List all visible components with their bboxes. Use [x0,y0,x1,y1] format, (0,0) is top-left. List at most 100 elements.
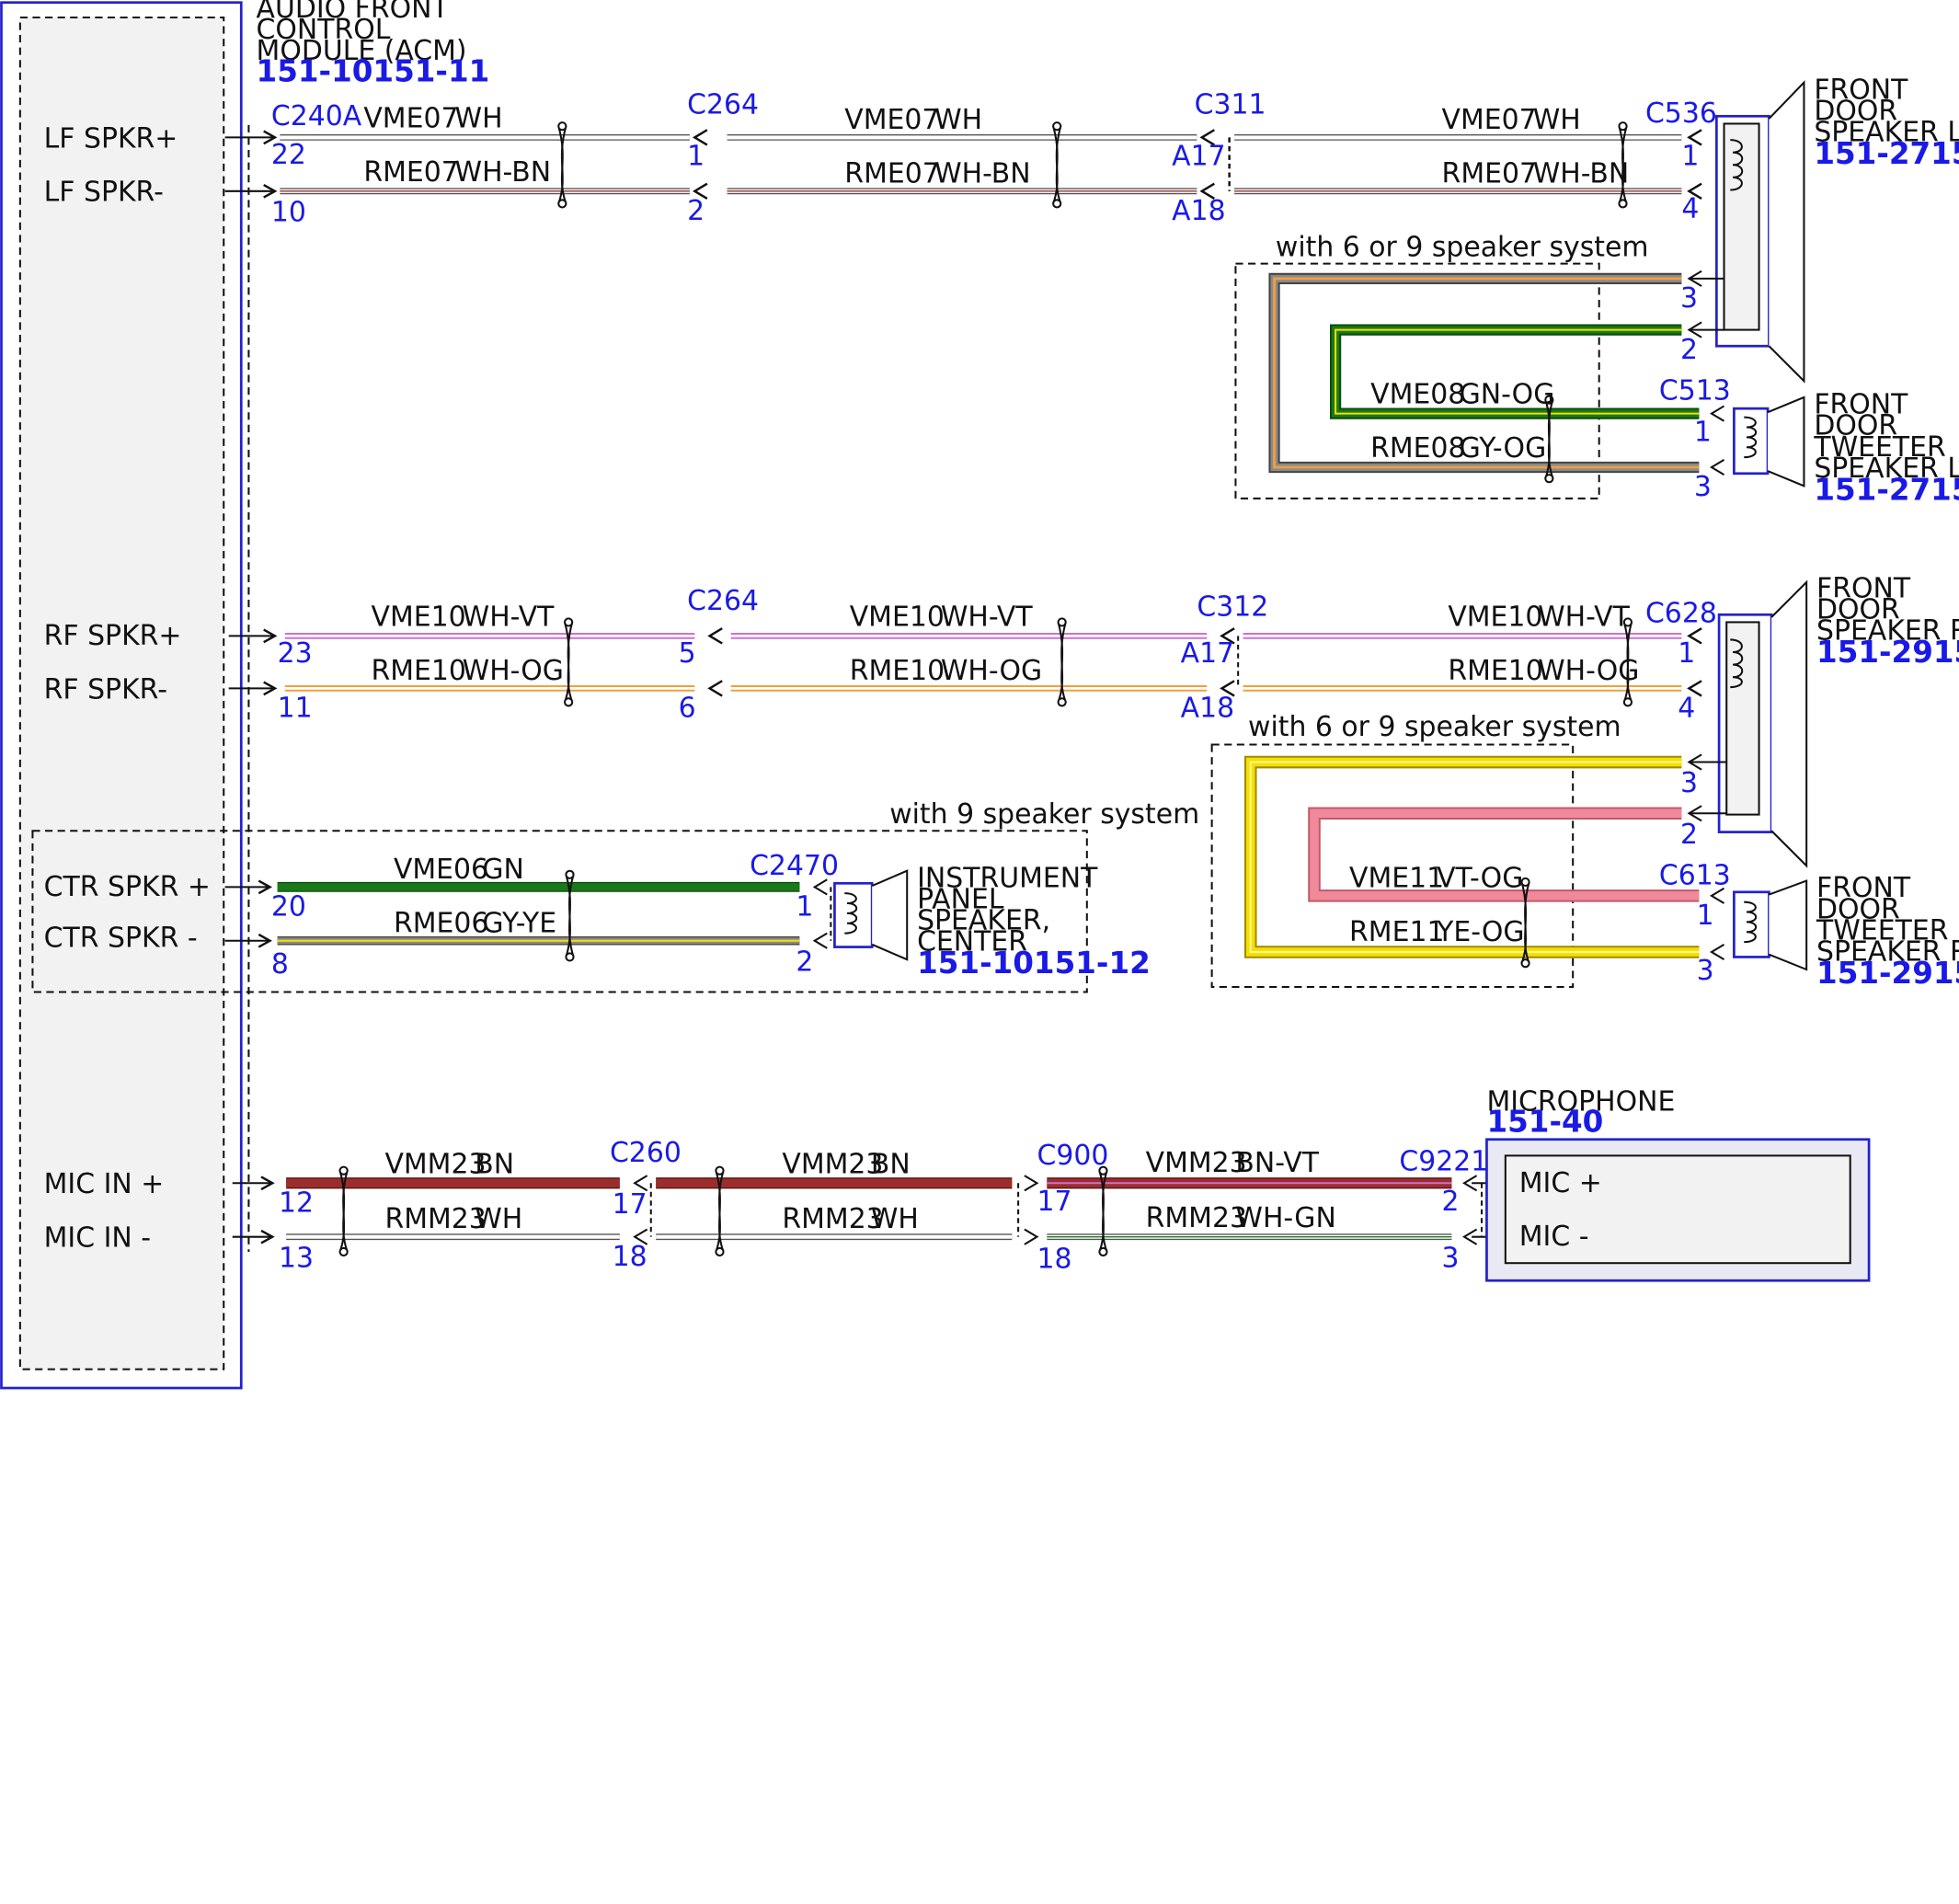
conn-c513: C513 [1659,375,1731,407]
pin-4-a: 4 [1681,192,1699,224]
conn-c536: C536 [1645,97,1717,130]
lf-tweeter-option-group: with 6 or 9 speaker system VME08 GN-OG R… [1234,231,1731,503]
circuit-vmm23-b: VMM23 [782,1148,883,1180]
tweeter-speaker-lh: FRONT DOOR TWEETER SPEAKER LH 151-27151-… [1733,389,1959,507]
color-gn: GN [482,854,524,886]
pin-2-a: 2 [687,195,705,227]
tweeter-lh-ref: 151-27151-28 [1814,472,1959,507]
color-gy-ye: GY-YE [482,907,556,939]
color-wh-vt-b: WH-VT [941,601,1033,633]
tweeter-rh-ref: 151-29151-30 [1816,956,1959,991]
front-door-speaker-rh: FRONT DOOR SPEAKER RH 151-29151-30 [1689,572,1959,868]
color-wh-b: WH [934,104,982,136]
pin-20: 20 [271,891,306,923]
conn-c9221: C9221 [1399,1146,1488,1178]
pin-a17-b: A17 [1181,637,1234,670]
color-wh-d: WH [475,1203,522,1235]
pin-3-a: 3 [1680,282,1698,315]
acm-pin-ctr-pos: CTR SPKR + [44,871,211,903]
conn-c628: C628 [1645,597,1717,629]
pin-10: 10 [271,196,306,228]
coil-icon [1744,900,1758,944]
circuit-vme10-c: VME10 [1448,601,1542,633]
center-ref: 151-10151-12 [917,946,1151,981]
pin-1-a: 1 [687,140,705,172]
pin-8: 8 [271,948,289,981]
color-wh-vt-c: WH-VT [1538,601,1630,633]
conn-c311: C311 [1195,89,1266,121]
lf-circuit-group: C240A 22 10 VME07 WH RME07 WH-BN C264 1 … [224,89,1717,228]
circuit-vme10-a: VME10 [372,601,466,633]
color-gy-og: GY-OG [1460,432,1547,465]
mic-circuit-group: 12 13 VMM23 BN RMM23 WH C260 17 18 VMM23… [232,1137,1506,1276]
microphone-pin-neg: MIC - [1519,1221,1589,1253]
pin-a17-a: A17 [1172,140,1225,172]
center-speaker: INSTRUMENT PANEL SPEAKER, CENTER 151-101… [833,862,1151,981]
pin-18-b: 18 [1037,1244,1071,1276]
pin-1-c: 1 [1694,416,1712,448]
circuit-vme07-c: VME07 [1442,104,1537,136]
circuit-rme11: RME11 [1349,916,1444,948]
pin-a18-b: A18 [1181,693,1234,725]
pin-18-a: 18 [613,1241,647,1273]
pin-1-b: 1 [1681,140,1699,172]
color-ye-og: YE-OG [1436,916,1524,948]
color-gn-og: GN-OG [1460,379,1555,411]
pin-2-c: 2 [1680,819,1698,851]
color-wh-gn: WH-GN [1235,1202,1335,1234]
conn-c240a: C240A [271,100,362,132]
acm-pin-rf-pos: RF SPKR+ [44,620,182,652]
pin-17-b: 17 [1037,1186,1071,1218]
pin-6: 6 [679,693,696,725]
pin-3-c: 3 [1680,767,1698,799]
circuit-vme10-b: VME10 [850,601,945,633]
acm-pin-mic-pos: MIC IN + [44,1168,165,1200]
color-bn-a: BN [475,1148,514,1180]
circuit-rme08: RME08 [1370,432,1465,465]
circuit-vme11: VME11 [1349,862,1444,894]
conn-c900: C900 [1037,1140,1108,1172]
acm-ref: 151-10151-11 [257,53,490,88]
color-wh-vt-a: WH-VT [463,601,555,633]
pin-2-b: 2 [1680,334,1698,366]
color-wh-c: WH [1533,104,1581,136]
conn-c312: C312 [1197,591,1268,624]
circuit-vme06: VME06 [394,854,488,886]
conn-c264-a: C264 [687,89,759,121]
conn-c260: C260 [610,1137,682,1169]
circuit-vmm23-c: VMM23 [1146,1147,1247,1179]
circuit-rme06: RME06 [394,907,488,939]
circuit-rme10-a: RME10 [372,655,466,687]
pin-12: 12 [279,1187,314,1220]
pin-17-a: 17 [613,1188,647,1221]
front-door-speaker-lh: FRONT DOOR SPEAKER LH 151-27151-28 [1689,74,1959,384]
pin-3-e: 3 [1442,1242,1460,1274]
wiring-diagram: AUDIO FRONT CONTROL MODULE (ACM) 151-101… [0,0,1959,1390]
pin-1-f: 1 [796,891,813,923]
coil-icon [1744,416,1758,459]
color-wh-e: WH [871,1203,919,1235]
microphone-pin-pos: MIC + [1519,1167,1602,1199]
note-6-or-9-a: with 6 or 9 speaker system [1276,231,1649,263]
color-wh-og-b: WH-OG [941,655,1042,687]
pin-5: 5 [679,637,696,670]
color-wh-og-c: WH-OG [1538,655,1639,687]
conn-c2470: C2470 [750,850,839,882]
lh-speaker-ref: 151-27151-28 [1814,136,1959,171]
circuit-rme07-a: RME07 [363,156,458,189]
pin-22: 22 [271,139,306,171]
circuit-rme10-b: RME10 [850,655,945,687]
pin-a18-a: A18 [1172,195,1225,227]
circuit-vme07-b: VME07 [844,104,939,136]
pin-11: 11 [278,693,313,725]
pin-4-b: 4 [1678,693,1695,725]
circuit-rmm23-a: RMM23 [384,1203,486,1235]
acm-pin-rf-neg: RF SPKR- [44,673,167,705]
circuit-vme08: VME08 [1370,379,1465,411]
color-wh-og-a: WH-OG [463,655,564,687]
pin-3-d: 3 [1697,955,1714,987]
circuit-vme07-a: VME07 [363,103,458,135]
coil-icon [844,892,858,935]
rh-speaker-ref: 151-29151-30 [1816,635,1959,670]
microphone-component: MICROPHONE 151-40 MIC + MIC - [1485,1086,1871,1282]
